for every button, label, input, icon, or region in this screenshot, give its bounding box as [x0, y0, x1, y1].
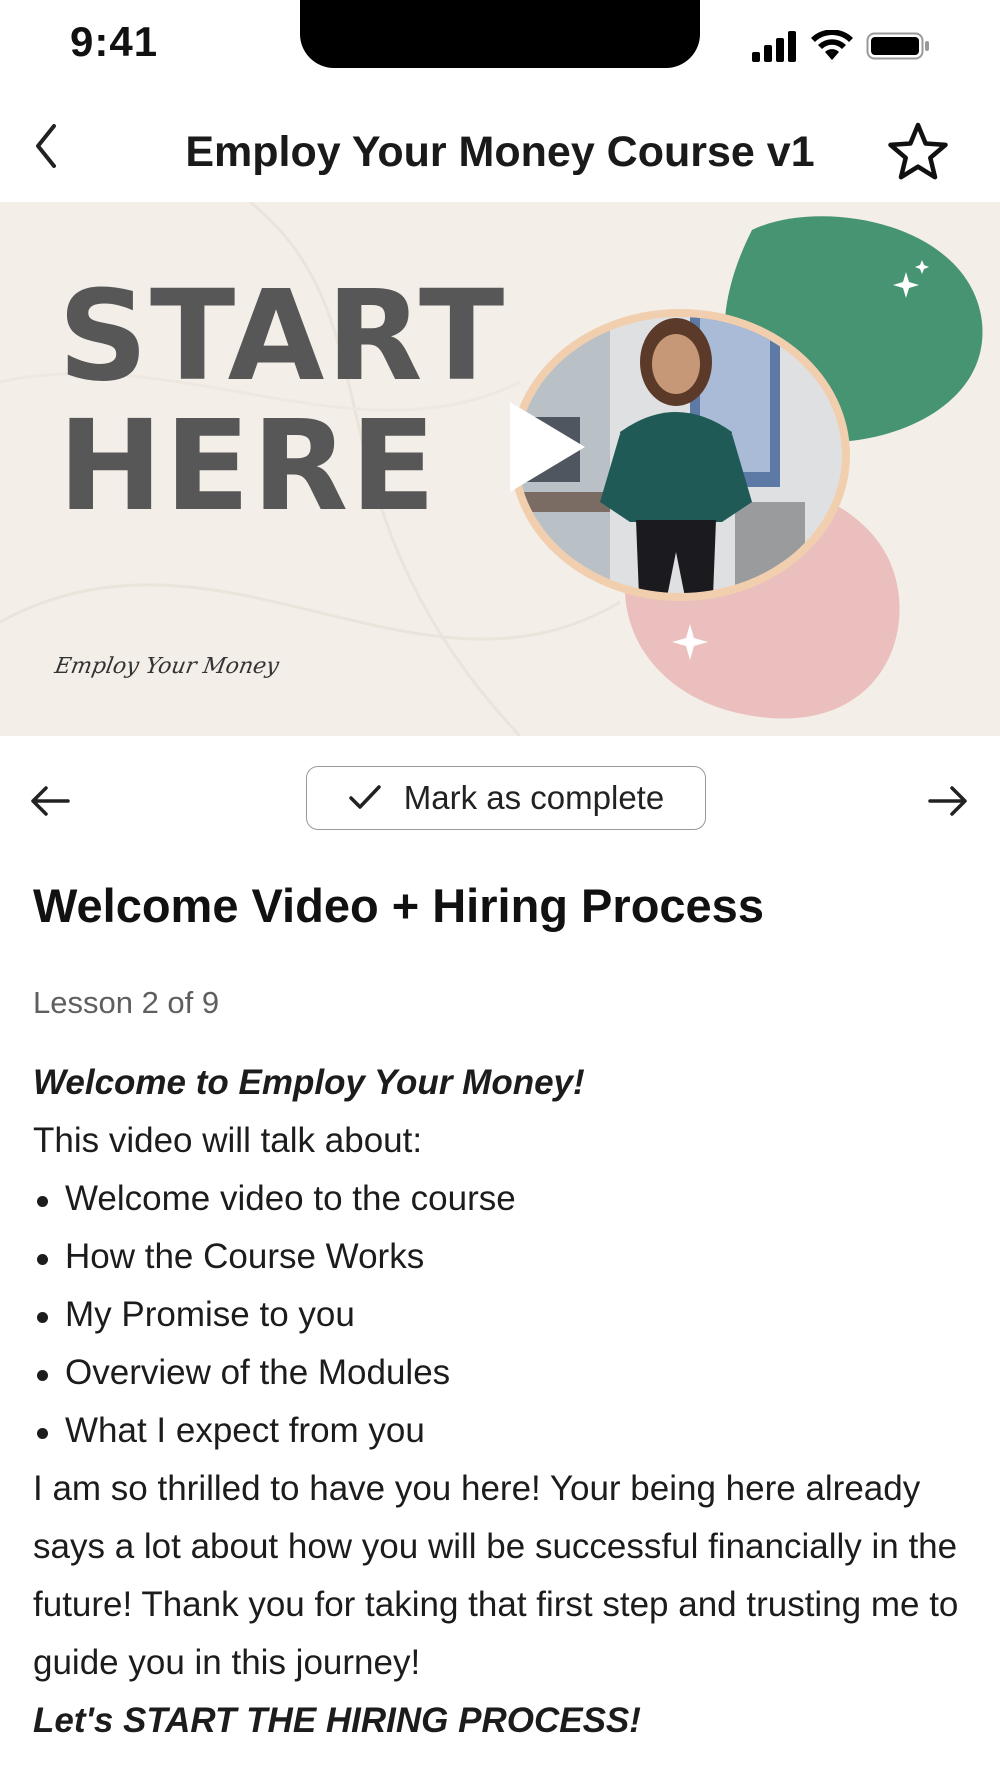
- device-notch: [300, 0, 700, 68]
- previous-lesson-button[interactable]: [28, 778, 74, 824]
- video-headline-line2: HERE: [58, 394, 438, 539]
- back-button[interactable]: [22, 118, 72, 174]
- lesson-paragraph: I am so thrilled to have you here! Your …: [33, 1469, 959, 1682]
- lesson-title: Welcome Video + Hiring Process: [33, 879, 764, 932]
- lesson-intro: Welcome to Employ Your Money!: [33, 1063, 585, 1102]
- status-icons: [750, 30, 930, 62]
- page-title: Employ Your Money Course v1: [185, 128, 815, 176]
- topic-list: Welcome video to the course How the Cour…: [33, 1170, 973, 1460]
- wifi-icon: [811, 30, 853, 60]
- video-player[interactable]: START HERE Employ Your Money: [0, 202, 1000, 736]
- arrow-left-icon: [31, 786, 70, 816]
- mark-complete-button[interactable]: Mark as complete: [306, 766, 706, 830]
- list-item: My Promise to you: [33, 1286, 973, 1344]
- lesson-controls: Mark as complete: [0, 760, 1000, 840]
- lesson-subhead: This video will talk about:: [33, 1121, 423, 1160]
- nav-bar: Employ Your Money Course v1: [0, 100, 1000, 200]
- brand-signature: Employ Your Money: [52, 654, 281, 679]
- list-item: Welcome video to the course: [33, 1170, 973, 1228]
- list-item: How the Course Works: [33, 1228, 973, 1286]
- arrow-right-icon: [928, 786, 967, 816]
- favorite-button[interactable]: [886, 120, 950, 184]
- video-headline-line1: START: [58, 264, 507, 409]
- cellular-signal-icon: [752, 31, 796, 62]
- list-item: Overview of the Modules: [33, 1344, 973, 1402]
- battery-icon: [866, 32, 929, 60]
- video-headline: START HERE: [58, 272, 506, 532]
- checkmark-icon: [349, 785, 381, 809]
- lesson-closing: Let's START THE HIRING PROCESS!: [33, 1701, 641, 1740]
- mark-complete-label: Mark as complete: [403, 779, 665, 816]
- lesson-progress: Lesson 2 of 9: [33, 985, 220, 1020]
- status-time: 9:41: [70, 18, 159, 65]
- lesson-description: Welcome to Employ Your Money! This video…: [33, 1054, 973, 1750]
- star-icon: [888, 122, 948, 180]
- chevron-left-icon: [36, 124, 56, 168]
- status-bar: 9:41: [0, 0, 1000, 90]
- next-lesson-button[interactable]: [924, 778, 970, 824]
- list-item: What I expect from you: [33, 1402, 973, 1460]
